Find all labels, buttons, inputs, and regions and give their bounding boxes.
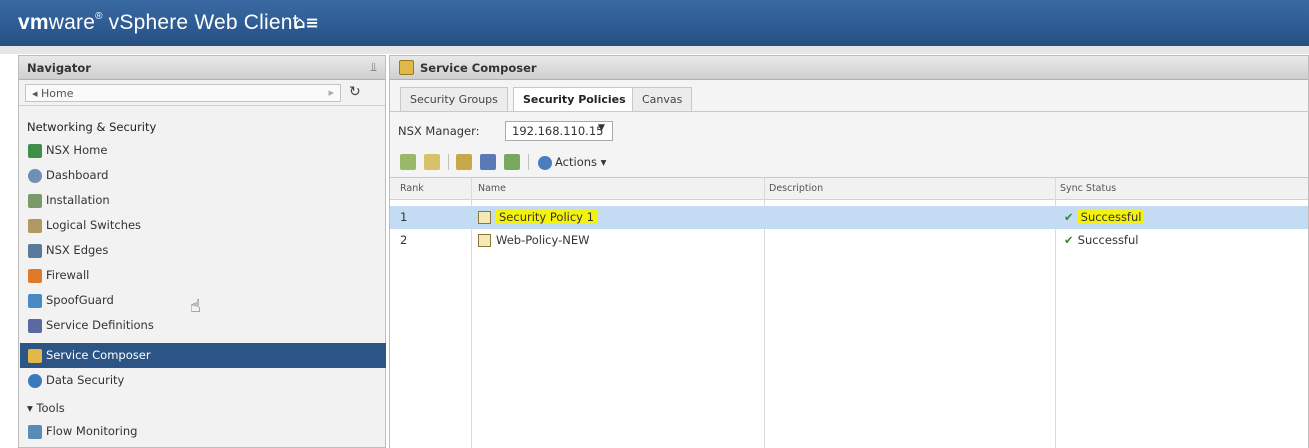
nsx-manager-select[interactable]: 192.168.110.15 (505, 121, 613, 141)
table-row[interactable]: 1 Security Policy 1 ✔ Successful (390, 206, 1308, 229)
policies-grid: Rank Name Description Sync Status 1 Secu… (390, 177, 1308, 448)
home-label: ◂ Home (32, 87, 74, 100)
home-menu-icon[interactable]: ⌂≡ (294, 13, 319, 32)
delete-policy-icon[interactable] (456, 154, 472, 170)
flow-monitoring-icon (28, 424, 42, 439)
nav-item-nsx-home[interactable]: NSX Home (20, 138, 386, 163)
installation-icon (28, 193, 42, 208)
grid-header: Rank Name Description Sync Status (390, 178, 1308, 200)
table-row[interactable]: 2 Web-Policy-NEW ✔ Successful (390, 229, 1308, 252)
check-icon: ✔ (1064, 210, 1074, 224)
nsx-manager-label: NSX Manager: (398, 124, 480, 138)
navigator-title: Navigator (27, 61, 91, 75)
home-row: ◂ Home ▸ ↻ (19, 80, 385, 106)
service-composer-header-icon (399, 60, 414, 75)
sync-status-cell: ✔ Successful (1064, 210, 1145, 224)
tab-divider (390, 111, 1309, 112)
sync-status-text: Successful (1077, 233, 1139, 247)
home-back-button[interactable]: ◂ Home ▸ (25, 84, 341, 102)
column-header-description[interactable]: Description (769, 183, 823, 194)
header-divider (0, 46, 1309, 54)
column-header-sync-status[interactable]: Sync Status (1060, 183, 1116, 194)
nav-item-service-definitions[interactable]: Service Definitions (20, 313, 386, 338)
chevron-down-icon[interactable]: ▼ (598, 123, 605, 133)
nav-item-nsx-edges[interactable]: NSX Edges (20, 238, 386, 263)
rank-cell: 1 (400, 210, 408, 224)
name-cell: Web-Policy-NEW (478, 233, 590, 247)
section-title: Networking & Security (27, 120, 157, 134)
brand-ware: ware (48, 11, 96, 34)
navigator-panel: Navigator ⫫ ◂ Home ▸ ↻ Networking & Secu… (18, 55, 386, 448)
app-title: vSphere Web Client (108, 11, 299, 34)
nav-item-service-composer[interactable]: Service Composer (20, 343, 386, 368)
main-title: Service Composer (420, 61, 537, 75)
sync-status-text: Successful (1077, 210, 1145, 224)
dashboard-icon (28, 168, 42, 183)
nsx-edges-icon (28, 243, 42, 258)
tab-security-groups[interactable]: Security Groups (400, 87, 508, 111)
nsx-home-icon (28, 143, 42, 158)
gear-icon (538, 155, 552, 170)
priority-icon[interactable] (480, 154, 496, 170)
data-security-icon (28, 373, 42, 388)
logical-switches-icon (28, 218, 42, 233)
pin-icon[interactable]: ⫫ (370, 60, 377, 75)
service-definitions-icon (28, 318, 42, 333)
service-composer-panel: Service Composer Security Groups Securit… (389, 55, 1309, 448)
policy-name: Security Policy 1 (496, 210, 597, 224)
column-header-name[interactable]: Name (478, 183, 506, 194)
policy-icon (478, 234, 491, 247)
nav-item-logical-switches[interactable]: Logical Switches (20, 213, 386, 238)
nav-item-dashboard[interactable]: Dashboard (20, 163, 386, 188)
navigator-header: Navigator ⫫ (19, 56, 385, 80)
main-header: Service Composer (390, 56, 1308, 80)
spoofguard-icon (28, 293, 42, 308)
hand-cursor-icon: ☝ (190, 296, 201, 317)
rank-cell: 2 (400, 233, 408, 247)
sync-status-cell: ✔ Successful (1064, 233, 1138, 247)
nav-item-flow-monitoring[interactable]: Flow Monitoring (20, 419, 386, 444)
service-composer-icon (28, 348, 42, 363)
apply-policy-icon[interactable] (504, 154, 520, 170)
app-header: vmware® vSphere Web Client ⌂≡ (0, 0, 1309, 46)
toolbar-separator (528, 154, 529, 170)
tab-security-policies[interactable]: Security Policies (513, 87, 636, 112)
nsx-manager-value: 192.168.110.15 (512, 124, 604, 138)
name-cell: Security Policy 1 (478, 210, 597, 224)
edit-policy-icon[interactable] (424, 154, 440, 170)
actions-menu-button[interactable]: Actions ▾ (538, 155, 606, 170)
create-policy-icon[interactable] (400, 154, 416, 170)
tab-canvas[interactable]: Canvas (632, 87, 693, 111)
toolbar-separator (448, 154, 449, 170)
nav-item-spoofguard[interactable]: SpoofGuard (20, 288, 386, 313)
nav-item-installation[interactable]: Installation (20, 188, 386, 213)
history-icon[interactable]: ↻ (349, 84, 361, 100)
check-icon: ✔ (1064, 233, 1074, 247)
tools-section-toggle[interactable]: ▾ Tools (27, 401, 65, 415)
policy-icon (478, 211, 491, 224)
brand-vm: vm (18, 11, 49, 34)
forward-icon[interactable]: ▸ (328, 86, 334, 99)
nav-item-data-security[interactable]: Data Security (20, 368, 386, 393)
vmware-logo: vmware® vSphere Web Client (18, 11, 299, 34)
policy-name: Web-Policy-NEW (496, 233, 590, 247)
column-header-rank[interactable]: Rank (400, 183, 424, 194)
nav-item-firewall[interactable]: Firewall (20, 263, 386, 288)
firewall-icon (28, 268, 42, 283)
